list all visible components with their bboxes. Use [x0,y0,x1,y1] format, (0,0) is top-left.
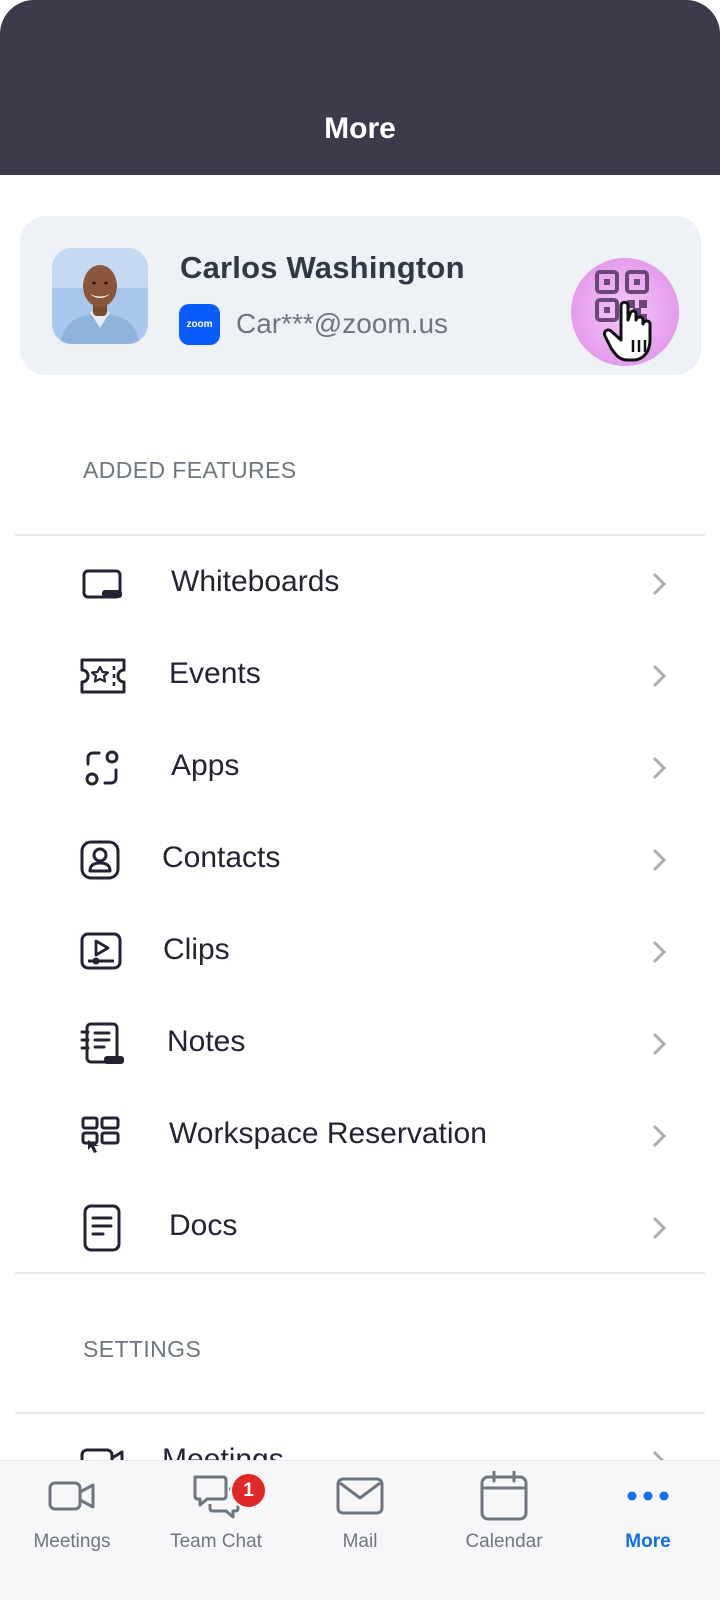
more-dots-icon [627,1491,669,1501]
apps-icon [85,750,119,786]
tab-label: Meetings [33,1531,111,1552]
menu-item-events[interactable]: Events [0,630,720,722]
tab-calendar[interactable]: Calendar [432,1461,576,1600]
bottom-tab-bar: Meetings 1 Team Chat Mail Calendar More [0,1460,720,1600]
chevron-right-icon [652,848,667,872]
workspace-icon [81,1116,120,1153]
tab-more[interactable]: More [576,1461,720,1600]
ticket-icon [80,658,126,694]
notes-icon [80,1022,124,1064]
mail-icon [336,1477,384,1515]
menu-item-whiteboards[interactable]: Whiteboards [0,538,720,630]
qr-code-button[interactable] [569,256,681,368]
menu-item-clips[interactable]: Clips [0,906,720,998]
chevron-right-icon [652,1216,667,1240]
tab-meetings[interactable]: Meetings [0,1461,144,1600]
tab-label: More [625,1531,671,1552]
menu-item-label: Workspace Reservation [169,1117,487,1150]
tab-label: Mail [342,1531,378,1552]
menu-item-label: Clips [163,933,230,966]
qr-code-icon [571,258,679,366]
menu-item-docs[interactable]: Docs [0,1182,720,1274]
divider [15,534,705,536]
zoom-logo-icon: zoom [179,304,220,345]
chevron-right-icon [652,664,667,688]
document-icon [83,1204,121,1252]
divider [15,1412,705,1414]
menu-item-label: Notes [167,1025,246,1058]
tab-mail[interactable]: Mail [288,1461,432,1600]
menu-item-label: Docs [169,1209,238,1242]
unread-badge: 1 [230,1472,267,1509]
chevron-right-icon [652,940,667,964]
tab-team-chat[interactable]: 1 Team Chat [144,1461,288,1600]
more-screen: More Carlos Washington zoom Car***@zoom.… [0,0,720,1600]
whiteboard-icon [82,569,122,599]
page-title: More [324,112,396,145]
menu-item-label: Whiteboards [171,565,340,598]
clip-icon [80,932,122,970]
avatar[interactable] [52,248,148,344]
profile-name: Carlos Washington [180,250,465,285]
tab-label: Calendar [465,1531,543,1552]
menu-item-notes[interactable]: Notes [0,998,720,1090]
divider [15,1272,705,1274]
menu-item-contacts[interactable]: Contacts [0,814,720,906]
menu-item-apps[interactable]: Apps [0,722,720,814]
tab-label: Team Chat [170,1531,262,1552]
menu-item-workspace-reservation[interactable]: Workspace Reservation [0,1090,720,1182]
contact-icon [80,840,120,880]
chevron-right-icon [652,1032,667,1056]
menu-item-label: Contacts [162,841,281,874]
chevron-right-icon [652,572,667,596]
chevron-right-icon [652,1124,667,1148]
video-camera-icon [48,1481,95,1511]
top-bar: More [0,0,720,175]
section-settings: SETTINGS [83,1336,202,1362]
menu-item-label: Apps [171,749,240,782]
chevron-right-icon [652,756,667,780]
calendar-icon [480,1471,528,1521]
section-added-features: ADDED FEATURES [83,457,297,483]
profile-email: Car***@zoom.us [236,308,449,339]
menu-item-label: Events [169,657,261,690]
